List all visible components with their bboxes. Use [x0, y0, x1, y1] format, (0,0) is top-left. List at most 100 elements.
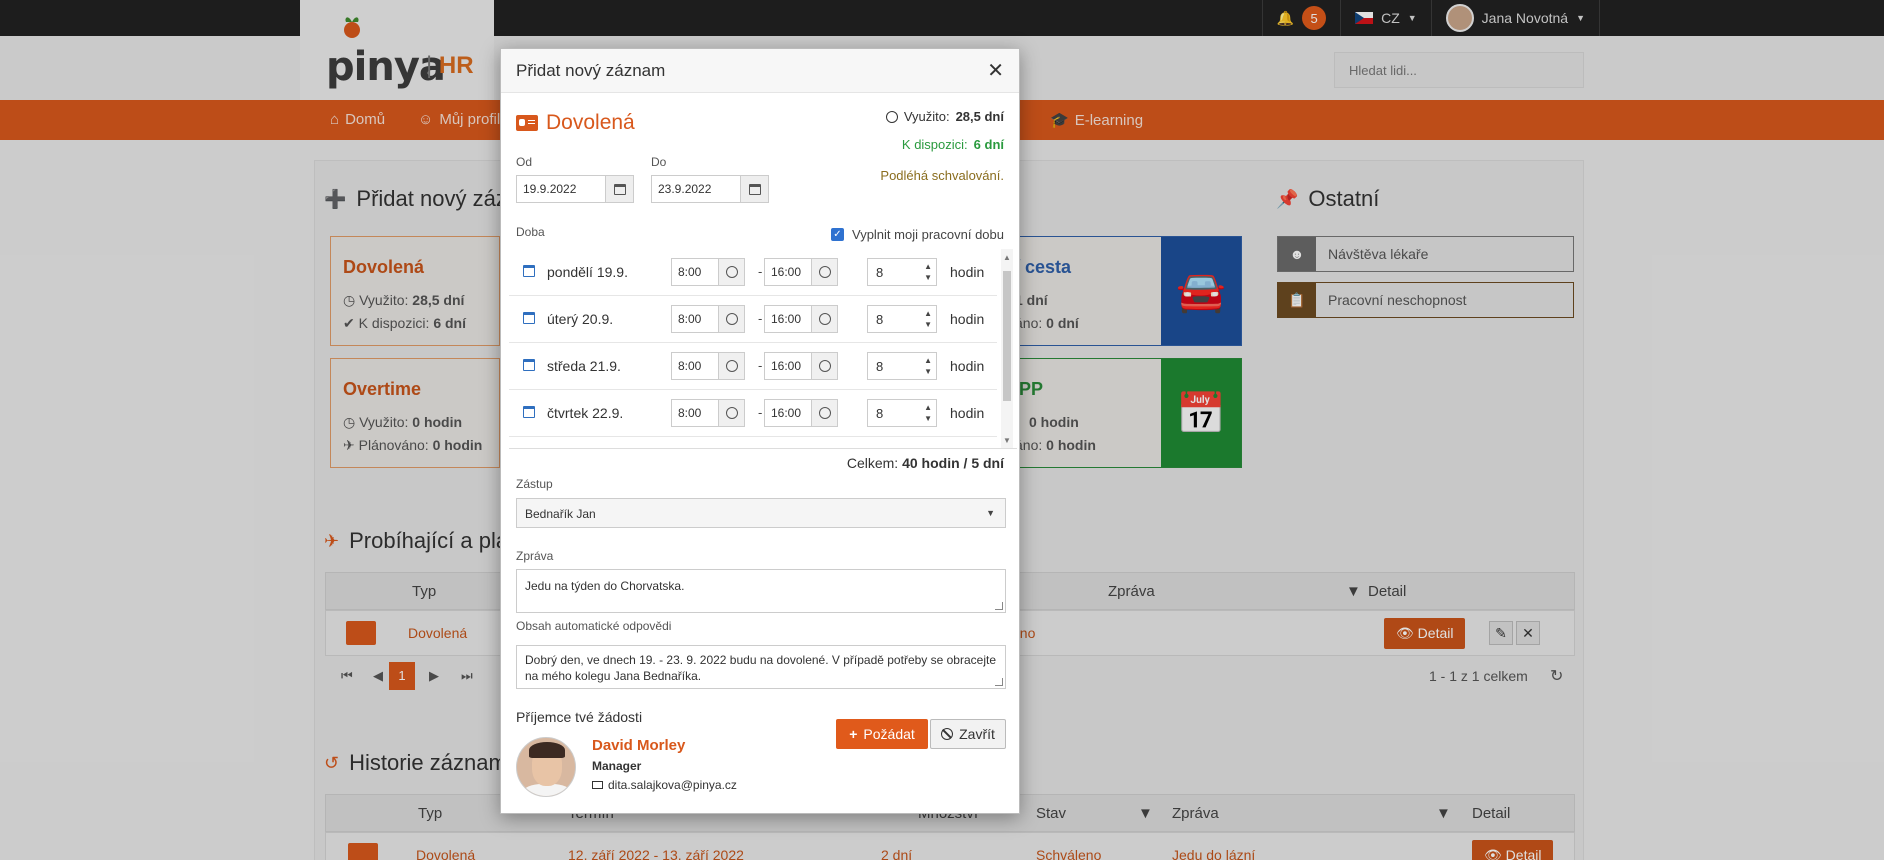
- autoreply-value: Dobrý den, ve dnech 19. - 23. 9. 2022 bu…: [525, 653, 996, 683]
- id-card-icon: [516, 115, 538, 131]
- request-button[interactable]: + Požádat: [836, 719, 928, 749]
- clock-icon: [725, 360, 738, 372]
- add-record-modal: Přidat nový záznam ✕ Dovolená Využito: 2…: [500, 48, 1020, 814]
- time-to-input[interactable]: 16:00: [764, 258, 838, 286]
- hours-unit: hodin: [950, 264, 985, 280]
- spinner-arrows[interactable]: ▲ ▼: [924, 308, 932, 330]
- hours-unit: hodin: [950, 311, 985, 327]
- message-value: Jedu na týden do Chorvatska.: [525, 579, 685, 593]
- total-value: 40 hodin / 5 dní: [902, 455, 1004, 471]
- used-stat: Využito: 28,5 dní: [885, 109, 1004, 124]
- time-from-input[interactable]: 8:00: [671, 352, 745, 380]
- from-date-value: 19.9.2022: [523, 182, 577, 196]
- modal-title: Přidat nový záznam: [516, 60, 666, 80]
- close-button[interactable]: Zavřít: [930, 719, 1006, 749]
- clock-icon: [725, 407, 738, 419]
- day-name: čtvrtek 22.9.: [547, 405, 624, 421]
- plus-icon: +: [849, 726, 858, 742]
- clock-button[interactable]: [718, 353, 744, 379]
- clock-button[interactable]: [811, 400, 837, 426]
- range-dash: -: [758, 311, 763, 326]
- range-dash: -: [758, 358, 763, 373]
- resize-handle[interactable]: [995, 602, 1003, 610]
- approver-role: Manager: [592, 759, 642, 773]
- to-date-input[interactable]: 23.9.2022: [651, 175, 769, 203]
- total-label: Celkem:: [846, 455, 899, 471]
- hours-unit: hodin: [950, 358, 985, 374]
- clock-button[interactable]: [718, 259, 744, 285]
- clock-icon: [818, 407, 831, 419]
- day-name: úterý 20.9.: [547, 311, 614, 327]
- spinner-arrows[interactable]: ▲ ▼: [924, 402, 932, 424]
- check-circle-icon: ✓: [883, 138, 896, 151]
- time-to-input[interactable]: 16:00: [764, 352, 838, 380]
- envelope-icon: [592, 781, 603, 789]
- clock-button[interactable]: [811, 259, 837, 285]
- close-button-label: Zavřít: [959, 726, 995, 742]
- day-row: čtvrtek 22.9. 8:00 - 16:00 8 ▲ ▼ hodin: [509, 390, 997, 437]
- time-from-input[interactable]: 8:00: [671, 305, 745, 333]
- clock-button[interactable]: [811, 353, 837, 379]
- clock-button[interactable]: [718, 400, 744, 426]
- calendar-icon: [748, 183, 761, 195]
- record-type: Dovolená: [516, 111, 635, 135]
- clock-icon: [725, 266, 738, 278]
- hours-input[interactable]: 8 ▲ ▼: [867, 258, 937, 286]
- hours-input[interactable]: 8 ▲ ▼: [867, 305, 937, 333]
- substitute-select[interactable]: Bednařík Jan ▼: [516, 498, 1006, 528]
- clock-icon: [818, 266, 831, 278]
- approver-name[interactable]: David Morley: [592, 737, 685, 754]
- checkbox-checked-icon[interactable]: ✓: [831, 228, 844, 241]
- duration-label: Doba: [516, 225, 545, 239]
- time-from-input[interactable]: 8:00: [671, 258, 745, 286]
- spinner-arrows[interactable]: ▲ ▼: [924, 261, 932, 283]
- scroll-up-icon[interactable]: ▲: [1003, 253, 1011, 262]
- days-list: pondělí 19.9. 8:00 - 16:00 8 ▲ ▼ hodin úte…: [509, 249, 1017, 449]
- substitute-value: Bednařík Jan: [525, 507, 596, 521]
- to-date-value: 23.9.2022: [658, 182, 712, 196]
- approval-note: i Podléhá schvalování.: [862, 168, 1004, 183]
- calendar-check-icon: [523, 406, 535, 418]
- available-stat: ✓ K dispozici: 6 dní: [883, 137, 1004, 152]
- used-label: Využito:: [903, 109, 950, 124]
- hours-unit: hodin: [950, 405, 985, 421]
- request-button-label: Požádat: [863, 726, 915, 742]
- recipients-label: Příjemce tvé žádosti: [516, 709, 643, 725]
- time-to-input[interactable]: 16:00: [764, 399, 838, 427]
- clock-button[interactable]: [811, 306, 837, 332]
- scroll-down-icon[interactable]: ▼: [1003, 436, 1011, 445]
- time-to-input[interactable]: 16:00: [764, 305, 838, 333]
- info-circle-icon: i: [862, 169, 875, 182]
- hours-input[interactable]: 8 ▲ ▼: [867, 399, 937, 427]
- calendar-button[interactable]: [740, 176, 768, 202]
- calendar-check-icon: [523, 265, 535, 277]
- calendar-button[interactable]: [605, 176, 633, 202]
- autoreply-textarea[interactable]: Dobrý den, ve dnech 19. - 23. 9. 2022 bu…: [516, 645, 1006, 689]
- resize-handle[interactable]: [995, 678, 1003, 686]
- scroll-thumb[interactable]: [1003, 271, 1011, 401]
- used-value: 28,5 dní: [955, 109, 1004, 124]
- message-label: Zpráva: [516, 549, 554, 563]
- record-type-name: Dovolená: [546, 111, 635, 134]
- autoreply-label: Obsah automatické odpovědi: [516, 619, 672, 633]
- close-icon[interactable]: ✕: [987, 58, 1004, 83]
- clock-icon: [818, 313, 831, 325]
- day-row: úterý 20.9. 8:00 - 16:00 8 ▲ ▼ hodin: [509, 296, 997, 343]
- day-row: středa 21.9. 8:00 - 16:00 8 ▲ ▼ hodin: [509, 343, 997, 390]
- approver-email-text: dita.salajkova@pinya.cz: [608, 778, 737, 792]
- clock-button[interactable]: [718, 306, 744, 332]
- days-scrollbar[interactable]: ▲ ▼: [1001, 249, 1013, 448]
- message-textarea[interactable]: Jedu na týden do Chorvatska.: [516, 569, 1006, 613]
- hours-input[interactable]: 8 ▲ ▼: [867, 352, 937, 380]
- approval-note-text: Podléhá schvalování.: [880, 168, 1004, 183]
- approver-email[interactable]: dita.salajkova@pinya.cz: [592, 778, 737, 792]
- from-date-input[interactable]: 19.9.2022: [516, 175, 634, 203]
- spinner-arrows[interactable]: ▲ ▼: [924, 355, 932, 377]
- fill-workhours-checkbox[interactable]: ✓ Vyplnit moji pracovní dobu: [831, 227, 1004, 242]
- clock-icon: [885, 110, 898, 123]
- fill-workhours-label: Vyplnit moji pracovní dobu: [852, 227, 1004, 242]
- available-label: K dispozici:: [901, 137, 968, 152]
- substitute-label: Zástup: [516, 477, 553, 491]
- calendar-check-icon: [523, 359, 535, 371]
- time-from-input[interactable]: 8:00: [671, 399, 745, 427]
